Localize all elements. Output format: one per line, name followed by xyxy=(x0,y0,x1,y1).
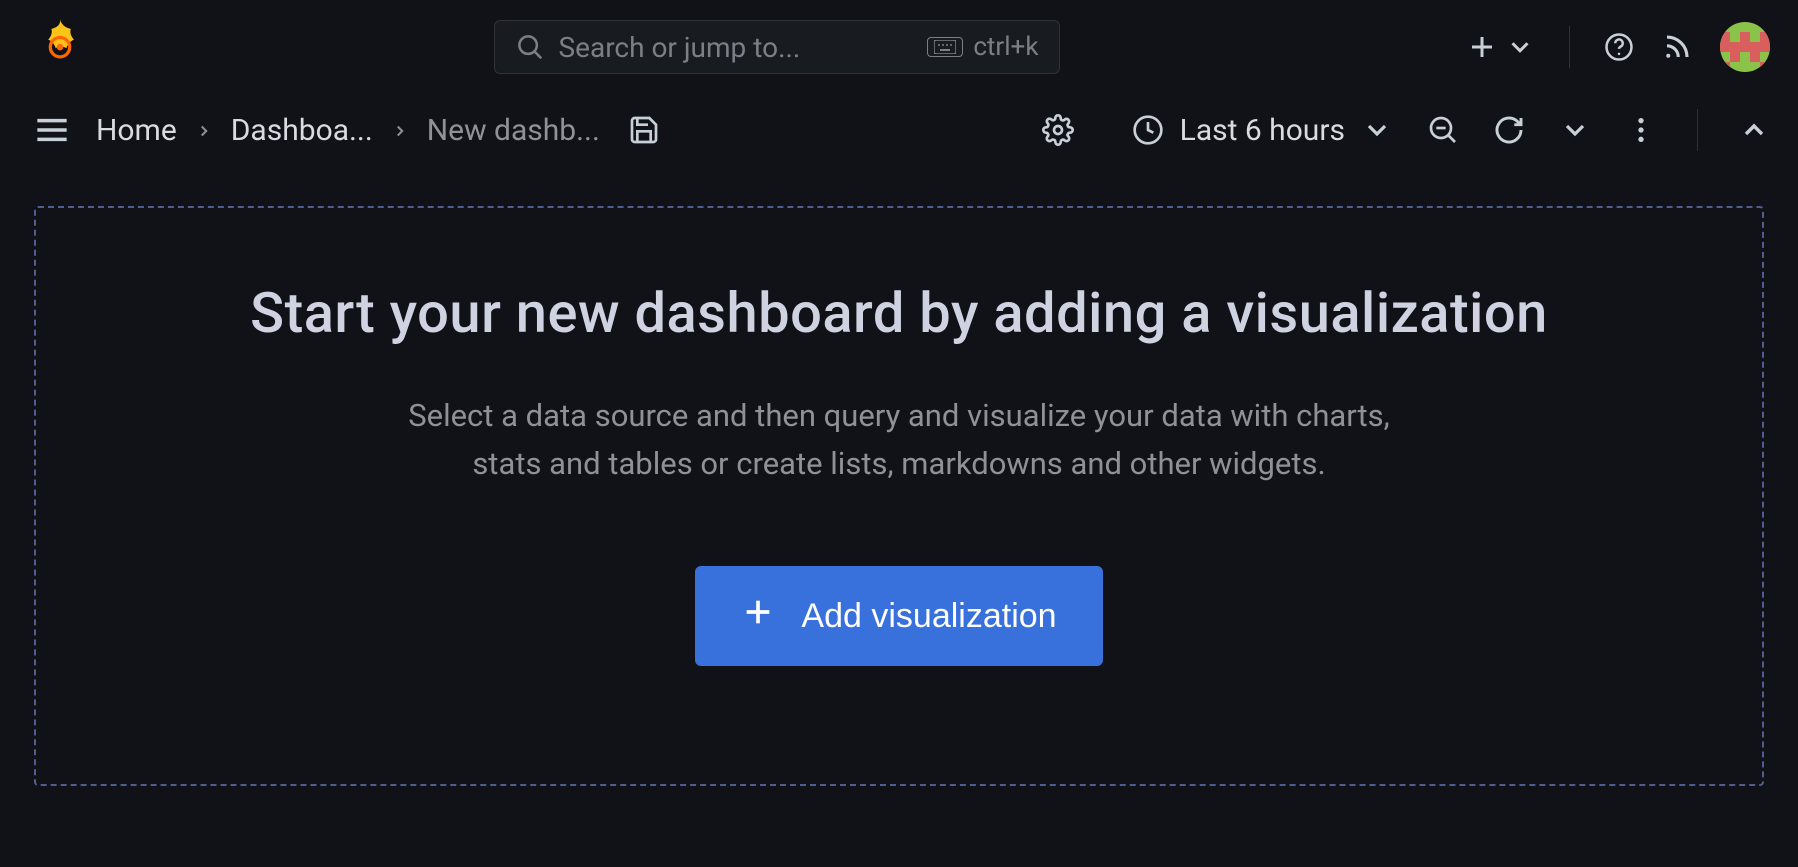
empty-state-subtitle-line2: stats and tables or create lists, markdo… xyxy=(408,440,1390,488)
search-input[interactable]: Search or jump to... ctrl+k xyxy=(494,20,1060,74)
toolbar-right: Last 6 hours xyxy=(1132,109,1770,151)
empty-state-subtitle: Select a data source and then query and … xyxy=(408,392,1390,488)
search-placeholder: Search or jump to... xyxy=(559,31,914,64)
search-icon xyxy=(515,32,545,62)
user-avatar[interactable] xyxy=(1720,22,1770,72)
rss-button[interactable] xyxy=(1662,32,1692,62)
search-shortcut: ctrl+k xyxy=(927,32,1038,62)
search-shortcut-label: ctrl+k xyxy=(973,32,1038,62)
help-button[interactable] xyxy=(1604,32,1634,62)
chevron-right-icon xyxy=(195,113,213,148)
breadcrumb-current: New dashb... xyxy=(427,113,600,148)
empty-state-subtitle-line1: Select a data source and then query and … xyxy=(408,392,1390,440)
keyboard-icon xyxy=(927,37,963,57)
add-visualization-label: Add visualization xyxy=(801,597,1056,636)
menu-button[interactable] xyxy=(36,114,68,146)
divider xyxy=(1569,26,1570,68)
grafana-logo[interactable] xyxy=(34,17,86,77)
app-header: Search or jump to... ctrl+k xyxy=(0,0,1798,94)
plus-icon xyxy=(1467,32,1497,62)
settings-button[interactable] xyxy=(1042,114,1074,146)
search-wrap: Search or jump to... ctrl+k xyxy=(102,20,1451,74)
add-visualization-button[interactable]: Add visualization xyxy=(695,566,1102,666)
divider xyxy=(1697,109,1698,151)
save-button[interactable] xyxy=(628,114,660,146)
time-range-picker[interactable]: Last 6 hours xyxy=(1132,113,1393,148)
chevron-down-icon xyxy=(1505,32,1535,62)
breadcrumb: Home Dashboa... New dashb... xyxy=(96,113,600,148)
refresh-interval-picker[interactable] xyxy=(1559,114,1591,146)
chevron-down-icon xyxy=(1361,114,1393,146)
more-button[interactable] xyxy=(1625,114,1657,146)
empty-state-title: Start your new dashboard by adding a vis… xyxy=(250,280,1548,346)
dashboard-toolbar: Home Dashboa... New dashb... Last 6 hour… xyxy=(0,94,1798,166)
breadcrumb-dashboards[interactable]: Dashboa... xyxy=(231,113,373,148)
header-actions xyxy=(1467,22,1770,72)
clock-icon xyxy=(1132,114,1164,146)
dashboard-content: Start your new dashboard by adding a vis… xyxy=(0,166,1798,786)
plus-icon xyxy=(741,595,775,638)
chevron-right-icon xyxy=(391,113,409,148)
time-range-label: Last 6 hours xyxy=(1180,113,1345,148)
add-menu[interactable] xyxy=(1467,32,1535,62)
zoom-out-button[interactable] xyxy=(1427,114,1459,146)
breadcrumb-home[interactable]: Home xyxy=(96,113,177,148)
collapse-button[interactable] xyxy=(1738,114,1770,146)
empty-dashboard-panel: Start your new dashboard by adding a vis… xyxy=(34,206,1764,786)
refresh-button[interactable] xyxy=(1493,114,1525,146)
